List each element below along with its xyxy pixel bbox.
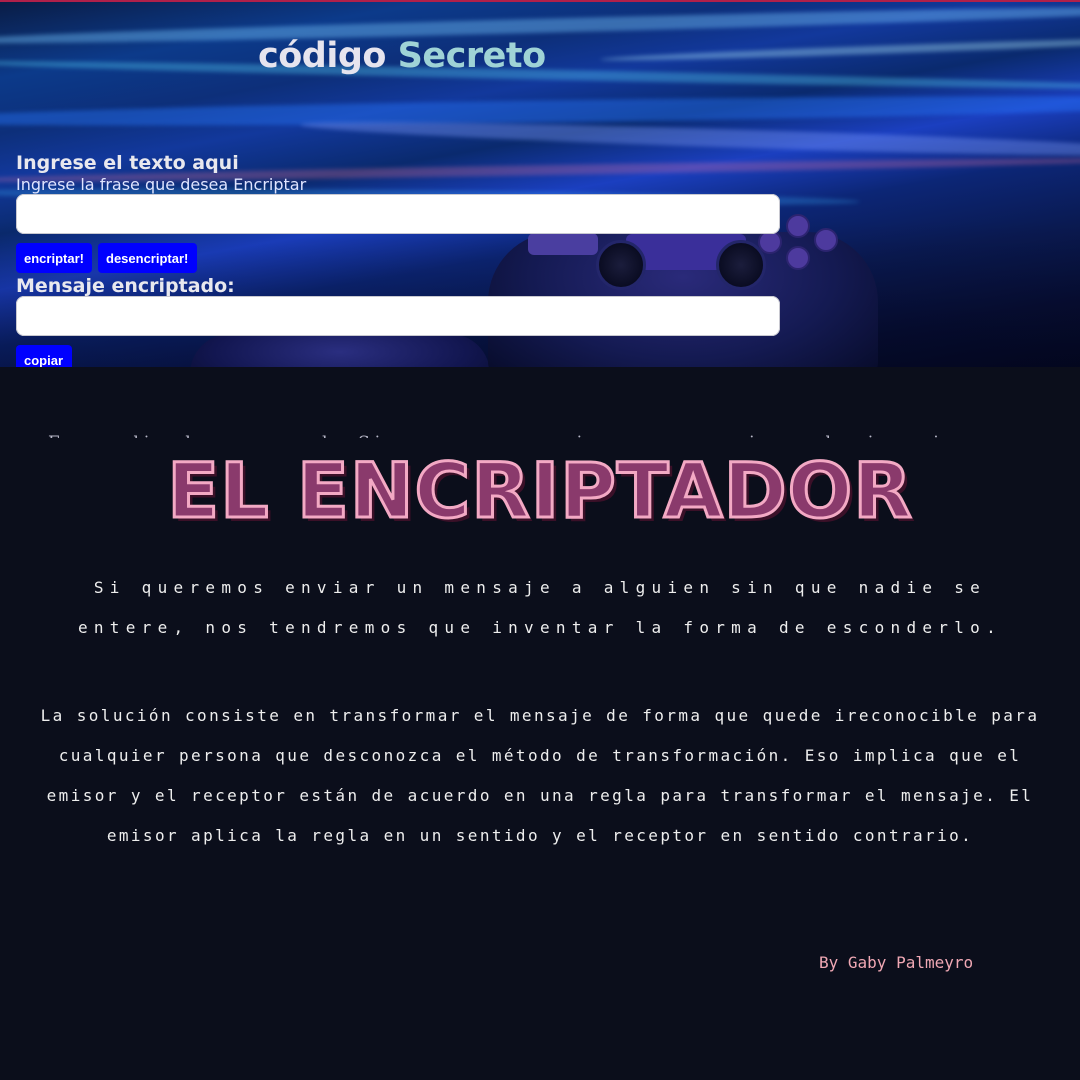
- decrypt-button[interactable]: desencriptar!: [98, 243, 197, 273]
- input-heading: Ingrese el texto aqui: [16, 152, 239, 174]
- intro-paragraph: Si queremos enviar un mensaje a alguien …: [77, 578, 1003, 637]
- input-subtitle: Ingrese la frase que desea Encriptar: [16, 175, 307, 194]
- gamepad-dpad: [528, 233, 598, 255]
- output-heading: Mensaje encriptado:: [16, 275, 235, 297]
- encrypt-button[interactable]: encriptar!: [16, 243, 92, 273]
- light-streak: [600, 34, 1080, 64]
- copy-button[interactable]: copiar: [16, 345, 72, 367]
- page-title: EL ENCRIPTADOR: [166, 445, 914, 537]
- site-title-word2: Secreto: [397, 36, 546, 76]
- top-accent-line: [0, 0, 1080, 2]
- author-byline: By Gaby Palmeyro: [819, 953, 974, 972]
- encrypted-output-field[interactable]: [16, 296, 780, 336]
- gamepad-button: [814, 228, 838, 252]
- text-to-encrypt-input[interactable]: [16, 194, 780, 234]
- gamepad-button: [786, 214, 810, 238]
- gamepad-button: [786, 246, 810, 270]
- site-title-word1: código: [258, 36, 386, 76]
- gamepad-secondary-silhouette: [190, 334, 490, 367]
- site-title: código Secreto: [258, 36, 546, 76]
- clipped-intro-text: En medio de un mundo Si queremos enviar …: [48, 428, 1038, 438]
- explanation-paragraph: La solución consiste en transformar el m…: [40, 706, 1040, 845]
- hero-banner: código Secreto Ingrese el texto aqui Ing…: [0, 0, 1080, 367]
- light-streak: [299, 115, 1080, 163]
- gamepad-left-stick: [596, 240, 646, 290]
